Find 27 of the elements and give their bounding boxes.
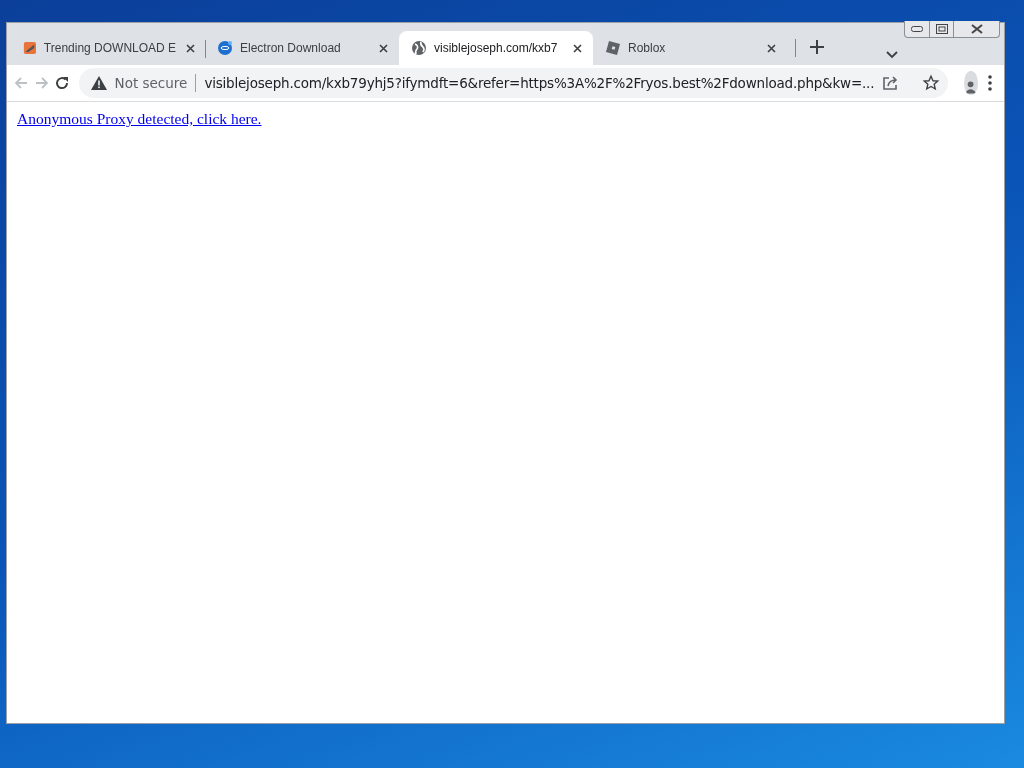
atom-favicon-icon bbox=[217, 40, 233, 56]
plus-icon bbox=[810, 40, 824, 54]
url-text: visiblejoseph.com/kxb79yhj5?ifymdft=6&refer=https%3A%2F%2Fryos.best%2Fdownload.php&kw=... bbox=[204, 75, 875, 91]
browser-tab[interactable]: Trending DOWNLOAD E bbox=[11, 31, 205, 65]
close-icon bbox=[185, 43, 195, 53]
close-icon bbox=[970, 24, 983, 34]
minimize-icon bbox=[911, 26, 923, 32]
browser-tab[interactable]: Roblox bbox=[593, 31, 787, 65]
back-arrow-icon bbox=[13, 75, 30, 91]
browser-tab[interactable]: visiblejoseph.com/kxb7 bbox=[399, 31, 593, 65]
reload-icon bbox=[54, 75, 71, 91]
restore-icon bbox=[935, 24, 948, 34]
browser-tab[interactable]: Electron Download bbox=[205, 31, 399, 65]
security-status-button[interactable]: Not secure bbox=[114, 75, 188, 91]
kebab-menu-icon bbox=[987, 75, 992, 91]
close-icon bbox=[572, 43, 582, 53]
warning-icon bbox=[90, 76, 107, 90]
proxy-warning-link[interactable]: Anonymous Proxy detected, click here. bbox=[17, 110, 262, 127]
close-icon bbox=[766, 43, 776, 53]
close-icon bbox=[378, 43, 388, 53]
forward-arrow-icon bbox=[33, 75, 50, 91]
profile-avatar-button[interactable] bbox=[964, 71, 978, 95]
bookmark-star-icon[interactable] bbox=[922, 74, 941, 92]
address-bar[interactable]: Not secure visiblejoseph.com/kxb79yhj5?ifymdft=6&refer=https%3A%2F%2Fryos.best%2Fdownload.php&kw=... bbox=[78, 68, 949, 98]
chevron-down-icon bbox=[886, 51, 898, 59]
close-tab-button[interactable] bbox=[183, 43, 197, 53]
globe-icon bbox=[411, 40, 427, 56]
